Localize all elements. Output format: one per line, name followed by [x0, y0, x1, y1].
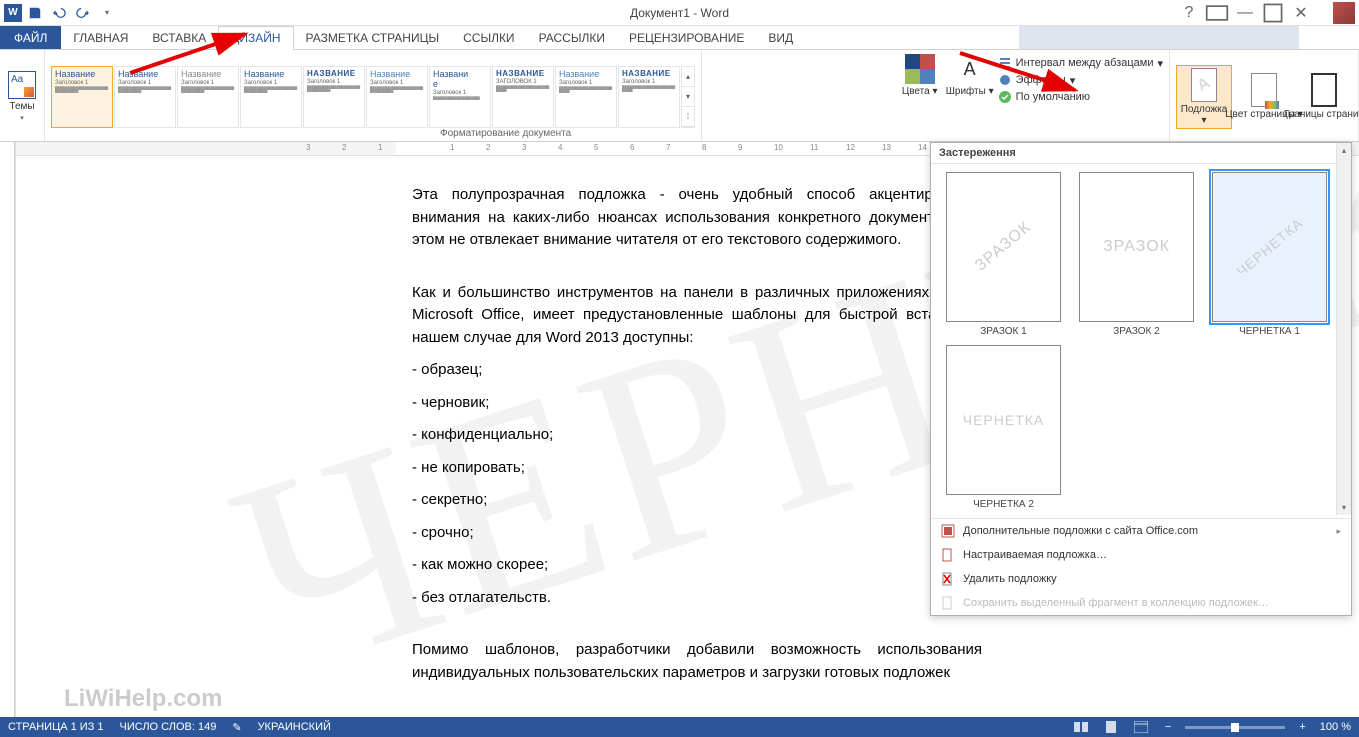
help-button[interactable]: ? — [1177, 3, 1201, 23]
tab-view[interactable]: ВИД — [756, 26, 805, 49]
popup-scrollbar[interactable]: ▴▾ — [1336, 143, 1351, 515]
ribbon-tabs: ФАЙЛ ГЛАВНАЯ ВСТАВКА ДИЗАЙН РАЗМЕТКА СТР… — [0, 26, 1359, 50]
tab-references[interactable]: ССЫЛКИ — [451, 26, 526, 49]
save-button[interactable] — [24, 2, 46, 24]
status-language[interactable]: УКРАИНСКИЙ — [258, 721, 331, 733]
view-print-layout[interactable] — [1101, 719, 1121, 735]
window-title: Документ1 - Word — [630, 6, 729, 20]
redo-button[interactable] — [72, 2, 94, 24]
fonts-button[interactable]: A Шрифты ▾ — [948, 54, 992, 97]
view-read-mode[interactable] — [1071, 719, 1091, 735]
document-formatting-gallery[interactable]: НазваниеЗаголовок 1█████████████████████… — [51, 66, 695, 128]
fonts-icon: A — [956, 54, 984, 84]
page-borders-icon — [1311, 73, 1337, 107]
effects-button[interactable]: Эффекты ▾ — [998, 73, 1163, 87]
zoom-slider[interactable] — [1185, 726, 1285, 729]
style-thumb[interactable]: НазваниеЗаголовок 1█████████████████████… — [51, 66, 113, 128]
status-word-count[interactable]: ЧИСЛО СЛОВ: 149 — [120, 721, 217, 733]
tab-insert[interactable]: ВСТАВКА — [140, 26, 218, 49]
watermark-icon — [1191, 68, 1217, 102]
document-body[interactable]: Эта полупрозрачная подложка - очень удоб… — [412, 184, 982, 694]
ribbon-display-button[interactable] — [1205, 3, 1229, 23]
site-watermark: LiWiHelp.com — [64, 685, 222, 713]
style-thumb[interactable]: НазваниеЗаголовок 1█████████████████████… — [366, 66, 428, 128]
save-selection-to-gallery: Сохранить выделенный фрагмент в коллекци… — [931, 591, 1351, 615]
vertical-ruler[interactable] — [0, 142, 16, 717]
style-thumb[interactable]: НазваниеЗаголовок 1█████████████████████… — [114, 66, 176, 128]
zoom-in-button[interactable]: + — [1295, 721, 1309, 733]
avatar[interactable] — [1333, 2, 1355, 24]
watermark-preset[interactable]: ЧЕРНЕТКА ЧЕРНЕТКА 1 — [1207, 172, 1332, 337]
gallery-scroll[interactable]: ▴▾⁞ — [681, 66, 695, 128]
close-button[interactable]: ✕ — [1289, 3, 1313, 23]
maximize-button[interactable] — [1261, 3, 1285, 23]
view-web-layout[interactable] — [1131, 719, 1151, 735]
style-thumb[interactable]: НазваниеЗаголовок 1█████████████████████… — [303, 66, 365, 128]
page-color-icon — [1251, 73, 1277, 107]
themes-button[interactable]: Темы ▾ — [6, 71, 38, 122]
undo-button[interactable] — [48, 2, 70, 24]
tab-mailings[interactable]: РАССЫЛКИ — [527, 26, 617, 49]
tab-page-layout[interactable]: РАЗМЕТКА СТРАНИЦЫ — [294, 26, 452, 49]
tab-design[interactable]: ДИЗАЙН — [218, 26, 293, 50]
style-thumb[interactable]: НазваниеЗаголовок 1█████████████████████… — [618, 66, 680, 128]
remove-watermark[interactable]: Удалить подложку — [931, 567, 1351, 591]
style-thumb[interactable]: НазваниеЗаголовок 1█████████████████████… — [429, 66, 491, 128]
custom-watermark[interactable]: Настраиваемая подложка… — [931, 543, 1351, 567]
style-thumb[interactable]: НазваниеЗаголовок 1█████████████████████… — [240, 66, 302, 128]
popup-header: Застереження — [939, 147, 1016, 159]
zoom-level[interactable]: 100 % — [1320, 721, 1351, 733]
themes-icon — [8, 71, 36, 99]
set-default-button[interactable]: По умолчанию — [998, 90, 1163, 104]
colors-button[interactable]: Цвета ▾ — [898, 54, 942, 97]
watermark-preset[interactable]: ЗРАЗОК ЗРАЗОК 1 — [941, 172, 1066, 337]
group-label-doc-format: Форматирование документа — [440, 128, 571, 139]
tab-home[interactable]: ГЛАВНАЯ — [61, 26, 140, 49]
colors-icon — [905, 54, 935, 84]
style-thumb[interactable]: НазваниеЗаголовок 1█████████████████████… — [177, 66, 239, 128]
tab-review[interactable]: РЕЦЕНЗИРОВАНИЕ — [617, 26, 756, 49]
more-watermarks-office[interactable]: Дополнительные подложки с сайта Office.c… — [931, 519, 1351, 543]
page-borders-button[interactable]: Границы страниц — [1296, 71, 1352, 122]
status-page[interactable]: СТРАНИЦА 1 ИЗ 1 — [8, 721, 104, 733]
qat-customize[interactable]: ▾ — [96, 2, 118, 24]
watermark-preset[interactable]: ЗРАЗОК ЗРАЗОК 2 — [1074, 172, 1199, 337]
style-thumb[interactable]: НазваниеЗаголовок 1█████████████████████… — [555, 66, 617, 128]
style-thumb[interactable]: НазваниеЗаголовок 1█████████████████████… — [492, 66, 554, 128]
watermark-button[interactable]: Подложка▾ — [1176, 65, 1232, 129]
status-proofing-icon[interactable]: ✎ — [232, 721, 241, 734]
status-bar: СТРАНИЦА 1 ИЗ 1 ЧИСЛО СЛОВ: 149 ✎ УКРАИН… — [0, 717, 1359, 737]
word-app-icon: W — [4, 4, 22, 22]
minimize-button[interactable]: — — [1233, 3, 1257, 23]
zoom-out-button[interactable]: − — [1161, 721, 1175, 733]
tab-file[interactable]: ФАЙЛ — [0, 26, 61, 49]
watermark-gallery-popup: Застереження▴ ЗРАЗОК ЗРАЗОК 1 ЗРАЗОК ЗРА… — [930, 142, 1352, 616]
paragraph-spacing-button[interactable]: Интервал между абзацами ▾ — [998, 56, 1163, 70]
watermark-preset[interactable]: ЧЕРНЕТКА ЧЕРНЕТКА 2 — [941, 345, 1066, 510]
